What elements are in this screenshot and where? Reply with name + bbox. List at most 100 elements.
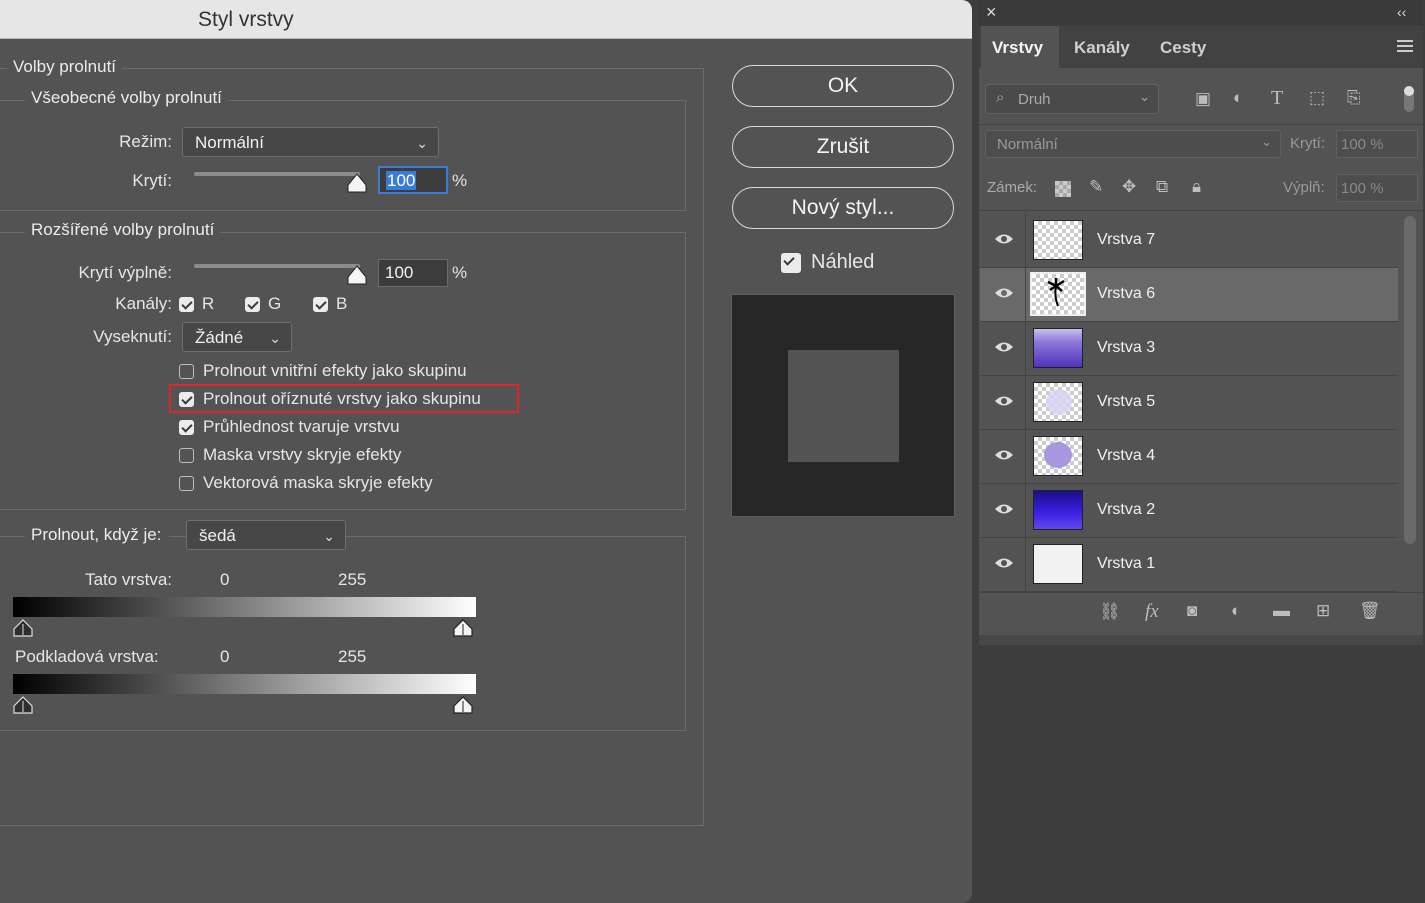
- layer-mask-hides-effects-label: Maska vrstvy skryje efekty: [203, 445, 402, 464]
- layers-footer: [979, 592, 1423, 636]
- fill-opacity-input[interactable]: 100: [378, 259, 448, 287]
- fill-label: Výplň:: [1283, 179, 1325, 196]
- lock-image-pixels-icon[interactable]: ✎: [1089, 177, 1103, 197]
- this-layer-gradient: [13, 597, 476, 617]
- layer-row-vrstva-6[interactable]: Vrstva 6: [980, 268, 1398, 322]
- knockout-select[interactable]: Žádné ⌄: [182, 322, 292, 352]
- image-filter-icon[interactable]: ▣: [1195, 89, 1211, 109]
- layer-name[interactable]: Vrstva 7: [1097, 231, 1155, 249]
- layer-blend-mode-select[interactable]: Normální ⌄: [985, 130, 1281, 158]
- tab-channels[interactable]: Kanály: [1074, 38, 1130, 58]
- type-filter-icon[interactable]: T: [1271, 87, 1283, 110]
- dialog-titlebar: Styl vrstvy: [0, 0, 972, 39]
- filter-toggle[interactable]: [1404, 86, 1414, 112]
- blend-interior-effects-checkbox[interactable]: [179, 364, 194, 379]
- blend-if-group: [0, 536, 686, 731]
- lock-all-icon[interactable]: 🔒︎: [1192, 177, 1201, 197]
- eye-icon[interactable]: [994, 287, 1014, 299]
- new-adjustment-layer-icon[interactable]: ◐: [1231, 601, 1241, 621]
- preview-label: Náhled: [811, 251, 875, 273]
- vector-mask-hides-effects-checkbox[interactable]: [179, 476, 194, 491]
- channels-label: Kanály:: [115, 294, 172, 313]
- layer-row-vrstva-3[interactable]: Vrstva 3: [980, 322, 1398, 376]
- layer-thumbnail: [1033, 382, 1083, 422]
- tab-layers[interactable]: Vrstvy: [992, 38, 1043, 58]
- channel-r-checkbox[interactable]: [179, 297, 194, 312]
- layer-name[interactable]: Vrstva 5: [1097, 393, 1155, 411]
- layer-row-vrstva-1[interactable]: Vrstva 1: [980, 538, 1398, 592]
- blend-mode-select[interactable]: Normální ⌄: [182, 127, 439, 157]
- shape-filter-icon[interactable]: ⬚: [1309, 88, 1325, 108]
- collapse-icon[interactable]: ‹‹: [1397, 4, 1406, 20]
- this-layer-black-handle[interactable]: [13, 619, 33, 637]
- tab-paths[interactable]: Cesty: [1160, 38, 1206, 58]
- eye-icon[interactable]: [994, 341, 1014, 353]
- layer-name[interactable]: Vrstva 6: [1097, 285, 1155, 303]
- opacity-slider[interactable]: [194, 172, 360, 176]
- lock-transparent-pixels-icon[interactable]: [1055, 181, 1071, 197]
- underlying-black-handle[interactable]: [13, 696, 33, 714]
- link-layers-icon[interactable]: ⛓: [1099, 602, 1121, 622]
- panel-menu-icon[interactable]: [1397, 40, 1413, 52]
- eye-icon[interactable]: [994, 503, 1014, 515]
- fx-icon[interactable]: fx: [1145, 601, 1159, 623]
- add-mask-icon[interactable]: ◙: [1187, 601, 1197, 621]
- layer-row-vrstva-7[interactable]: Vrstva 7: [980, 214, 1398, 268]
- underlying-layer-label: Podkladová vrstva:: [15, 647, 159, 666]
- fill-opacity-slider-handle[interactable]: [346, 265, 368, 285]
- eye-icon[interactable]: [994, 395, 1014, 407]
- blend-if-select[interactable]: šedá ⌄: [186, 520, 346, 550]
- layer-name[interactable]: Vrstva 2: [1097, 501, 1155, 519]
- eye-icon[interactable]: [994, 449, 1014, 461]
- layer-name[interactable]: Vrstva 4: [1097, 447, 1155, 465]
- new-group-icon[interactable]: ▬: [1273, 601, 1290, 621]
- eye-icon[interactable]: [994, 233, 1014, 245]
- smart-object-filter-icon[interactable]: ⎘: [1347, 88, 1361, 108]
- this-layer-white-handle[interactable]: [453, 619, 473, 637]
- layer-fill-input[interactable]: 100 %: [1336, 174, 1418, 202]
- layers-scrollbar[interactable]: [1404, 216, 1416, 544]
- layer-name[interactable]: Vrstva 3: [1097, 339, 1155, 357]
- fill-opacity-slider[interactable]: [194, 264, 360, 268]
- lock-position-icon[interactable]: ✥: [1122, 177, 1136, 197]
- this-layer-min: 0: [220, 570, 230, 589]
- opacity-input[interactable]: 100: [378, 166, 448, 194]
- new-style-button[interactable]: Nový styl...: [732, 187, 954, 229]
- panel-resize-grip[interactable]: [979, 635, 1423, 645]
- chevron-down-icon: ⌄: [1261, 134, 1272, 149]
- row-separator: [1025, 322, 1026, 375]
- layer-row-vrstva-4[interactable]: Vrstva 4: [980, 430, 1398, 484]
- new-layer-icon[interactable]: ⊞: [1316, 601, 1330, 621]
- opacity-slider-handle[interactable]: [346, 173, 368, 193]
- chevron-down-icon: ⌄: [1139, 89, 1150, 104]
- underlying-white-handle[interactable]: [453, 696, 473, 714]
- lock-artboard-icon[interactable]: ⧉: [1156, 177, 1168, 197]
- opacity-label: Krytí:: [132, 171, 172, 190]
- layer-name[interactable]: Vrstva 1: [1097, 555, 1155, 573]
- style-preview: [731, 294, 955, 517]
- layer-mask-hides-effects-checkbox[interactable]: [179, 448, 194, 463]
- close-icon[interactable]: ×: [986, 2, 997, 23]
- row-separator: [1025, 430, 1026, 483]
- layer-opacity-value: 100 %: [1341, 136, 1384, 153]
- knockout-value: Žádné: [195, 328, 244, 347]
- cancel-button[interactable]: Zrušit: [732, 126, 954, 168]
- adjustment-filter-icon[interactable]: ◐: [1233, 88, 1243, 108]
- layer-blend-mode-value: Normální: [997, 136, 1058, 153]
- layer-row-vrstva-5[interactable]: Vrstva 5: [980, 376, 1398, 430]
- panel-divider: [979, 210, 1423, 211]
- layer-row-vrstva-2[interactable]: Vrstva 2: [980, 484, 1398, 538]
- transparency-shapes-layer-checkbox[interactable]: [179, 420, 194, 435]
- channel-b-checkbox[interactable]: [313, 297, 328, 312]
- preview-checkbox[interactable]: [781, 253, 801, 273]
- layer-opacity-input[interactable]: 100 %: [1336, 130, 1418, 158]
- channel-b-label: B: [336, 294, 348, 313]
- delete-layer-icon[interactable]: 🗑︎: [1359, 601, 1381, 621]
- channel-g-checkbox[interactable]: [245, 297, 260, 312]
- layer-thumbnail: [1033, 490, 1083, 530]
- eye-icon[interactable]: [994, 557, 1014, 569]
- filter-select[interactable]: ⌕ Druh ⌄: [985, 84, 1159, 114]
- ok-button[interactable]: OK: [732, 65, 954, 107]
- blend-clipped-layers-checkbox[interactable]: [179, 392, 194, 407]
- this-layer-label: Tato vrstva:: [85, 570, 172, 589]
